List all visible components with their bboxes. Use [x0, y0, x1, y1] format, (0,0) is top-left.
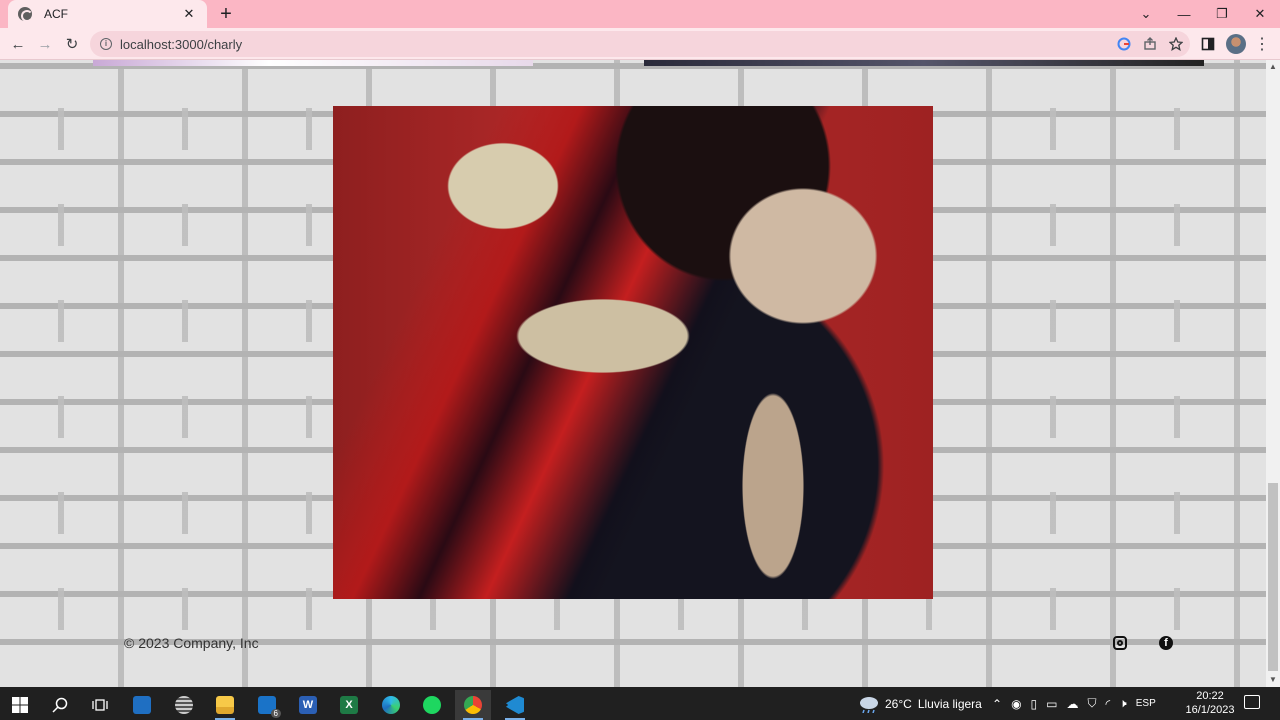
page-scrollbar[interactable]: ▲ ▼: [1266, 60, 1280, 687]
search-button[interactable]: [42, 690, 78, 720]
volume-icon[interactable]: 🕨: [1119, 696, 1127, 711]
taskbar-clock[interactable]: 20:22 16/1/2023: [1180, 689, 1240, 717]
word-icon: W: [299, 696, 317, 714]
facebook-icon[interactable]: f: [1159, 636, 1173, 650]
back-button[interactable]: ←: [7, 33, 29, 55]
vscode-icon: [506, 696, 524, 714]
page-content: © 2023 Company, Inc f: [0, 60, 1266, 687]
taskbar-app-dev[interactable]: [124, 690, 160, 720]
taskbar-app-edge[interactable]: [373, 690, 409, 720]
reload-button[interactable]: ↻: [61, 33, 83, 55]
close-window-button[interactable]: ✕: [1241, 0, 1279, 28]
address-bar[interactable]: i localhost:3000/charly: [90, 31, 1190, 57]
instagram-icon[interactable]: [1113, 636, 1127, 650]
weather-widget[interactable]: 26°C Lluvia ligera: [858, 687, 982, 720]
weather-description: Lluvia ligera: [917, 696, 982, 711]
windows-logo-icon: [12, 697, 28, 713]
close-tab-icon[interactable]: ✕: [181, 6, 197, 22]
browser-toolbar: ← → ↻ i localhost:3000/charly ⋮: [0, 28, 1280, 60]
share-icon[interactable]: [1142, 34, 1158, 54]
forward-button[interactable]: →: [34, 33, 56, 55]
menu-icon[interactable]: ⋮: [1251, 33, 1273, 55]
maximize-button[interactable]: ❐: [1203, 0, 1241, 28]
chevron-up-icon[interactable]: ⌃: [992, 697, 1002, 711]
side-panel-icon[interactable]: [1197, 33, 1219, 55]
url-text[interactable]: localhost:3000/charly: [120, 37, 242, 52]
record-icon[interactable]: ◉: [1011, 697, 1021, 711]
profile-avatar[interactable]: [1226, 34, 1246, 54]
taskbar-app-disk[interactable]: [166, 690, 202, 720]
clock-date: 16/1/2023: [1185, 704, 1235, 716]
disk-app-icon: [175, 696, 193, 714]
search-icon: [52, 697, 68, 713]
scroll-down-arrow-icon[interactable]: ▼: [1266, 673, 1280, 687]
folder-icon: [216, 696, 234, 714]
dev-app-icon: [133, 696, 151, 714]
battery-icon[interactable]: ▭: [1046, 697, 1057, 711]
taskbar-app-file-explorer[interactable]: [207, 690, 243, 720]
browser-tab[interactable]: ACF ✕: [8, 0, 207, 28]
weather-temperature: 26°C: [885, 696, 912, 711]
minimize-button[interactable]: —: [1165, 0, 1203, 28]
edge-icon: [382, 696, 400, 714]
notification-center-icon[interactable]: [1244, 695, 1260, 709]
system-tray: ⌃ ◉ ▯ ▭ ☁ ⛉ ◜ 🕨 ESP: [992, 687, 1156, 720]
chrome-icon: [464, 696, 482, 714]
browser-tab-bar: ACF ✕ + ⌄ — ❐ ✕: [0, 0, 1280, 28]
chrome-favicon-icon: [18, 7, 33, 22]
rain-cloud-icon: [860, 696, 878, 713]
mail-badge: 6: [270, 709, 281, 718]
spotify-icon: [423, 696, 441, 714]
windows-taskbar: 6 W X 26°C Lluvia ligera ⌃ ◉ ▯ ▭ ☁ ⛉ ◜ 🕨…: [0, 687, 1280, 720]
previous-image-edge: [93, 60, 533, 66]
previous-image-edge: [644, 60, 1204, 66]
taskbar-app-vscode[interactable]: [497, 690, 533, 720]
site-info-icon[interactable]: i: [100, 38, 112, 50]
taskbar-app-word[interactable]: W: [290, 690, 326, 720]
scrollbar-thumb[interactable]: [1268, 483, 1278, 671]
taskbar-app-excel[interactable]: X: [331, 690, 367, 720]
language-indicator[interactable]: ESP: [1136, 698, 1156, 709]
google-lens-icon[interactable]: [1116, 34, 1132, 54]
tab-title: ACF: [44, 7, 68, 21]
star-icon[interactable]: [1168, 34, 1184, 54]
tab-search-icon[interactable]: ⌄: [1127, 0, 1165, 28]
device-icon[interactable]: ▯: [1031, 697, 1038, 711]
scroll-up-arrow-icon[interactable]: ▲: [1266, 60, 1280, 74]
task-view-button[interactable]: [82, 690, 118, 720]
onedrive-cloud-icon[interactable]: ☁: [1067, 697, 1079, 711]
taskbar-app-mail[interactable]: 6: [249, 690, 285, 720]
clock-time: 20:22: [1196, 690, 1224, 702]
wifi-icon[interactable]: ◜: [1106, 697, 1111, 711]
new-tab-button[interactable]: +: [216, 4, 236, 24]
hero-photo: [333, 106, 933, 599]
taskbar-app-spotify[interactable]: [414, 690, 450, 720]
excel-icon: X: [340, 696, 358, 714]
taskbar-app-chrome[interactable]: [455, 690, 491, 720]
task-view-icon: [92, 699, 108, 711]
start-button[interactable]: [2, 690, 38, 720]
footer-copyright: © 2023 Company, Inc: [124, 635, 259, 651]
security-shield-icon[interactable]: ⛉: [1088, 696, 1097, 711]
